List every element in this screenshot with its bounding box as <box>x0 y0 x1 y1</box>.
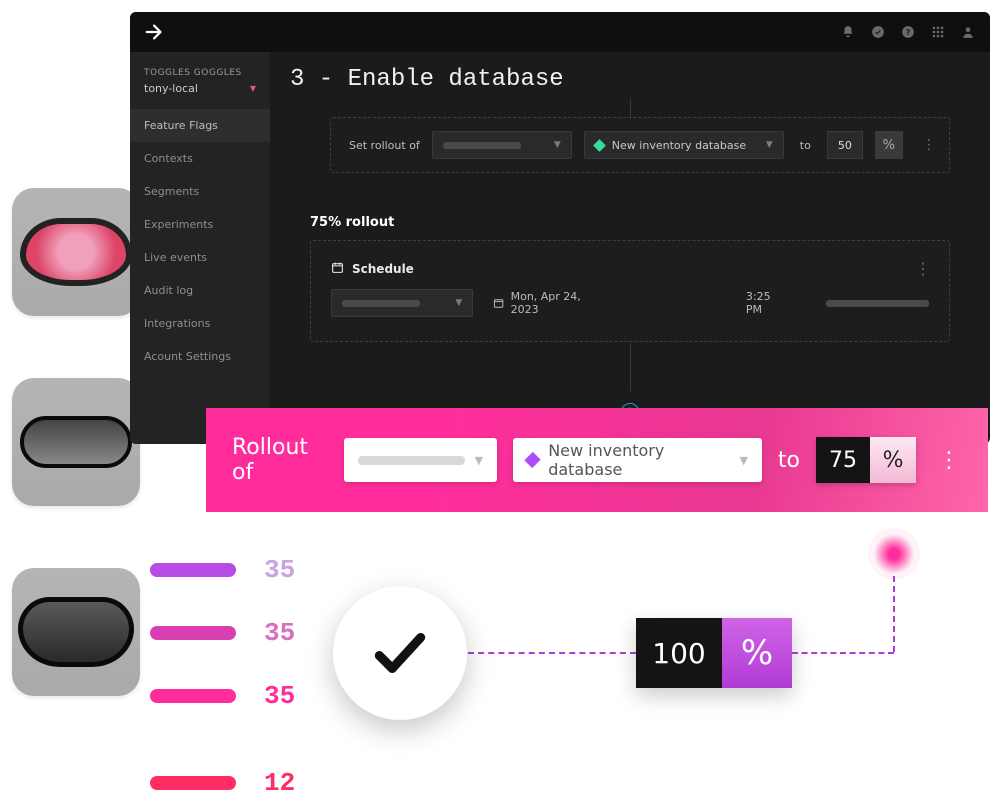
percent-input[interactable]: 50 <box>827 131 863 159</box>
diamond-icon <box>593 139 606 152</box>
metric-bar <box>150 563 236 577</box>
page-title: 3 - Enable database <box>290 66 970 93</box>
placeholder-bar <box>342 300 420 307</box>
help-icon[interactable]: ? <box>900 24 916 40</box>
variant-select[interactable]: New inventory database ▼ <box>584 131 784 159</box>
main-content: 3 - Enable database ▾ Set rollout of ▼ N… <box>270 52 990 444</box>
rollout-variant-label: New inventory database <box>548 441 729 479</box>
env-label: tony-local <box>144 82 198 95</box>
chevron-down-icon: ▼ <box>475 454 483 467</box>
topbar-icons: ? <box>840 24 976 40</box>
check-icon <box>369 622 431 684</box>
schedule-heading: Schedule <box>331 261 929 277</box>
placeholder-bar <box>358 456 465 465</box>
apps-grid-icon[interactable] <box>930 24 946 40</box>
metric-row: 35 <box>150 555 295 585</box>
product-thumb[interactable] <box>12 568 140 696</box>
rollout-percent-value: 75 <box>816 437 870 483</box>
sidebar-header: TOGGLES GOGGLES <box>130 62 270 80</box>
rollout-100-value: 100 <box>636 618 722 688</box>
topbar: ? <box>130 12 990 52</box>
chevron-down-icon: ▼ <box>766 140 773 150</box>
metric-row: 35 <box>150 618 295 648</box>
flow-connector <box>792 652 894 654</box>
metric-value: 35 <box>264 555 295 585</box>
schedule-type-select[interactable]: ▼ <box>331 289 473 317</box>
context-select[interactable]: ▼ <box>432 131 572 159</box>
app-window: ? TOGGLES GOGGLES tony-local ▼ Feature F… <box>130 12 990 444</box>
percent-unit: % <box>870 437 916 483</box>
svg-text:?: ? <box>906 27 911 37</box>
more-icon[interactable]: ⋮ <box>938 448 962 473</box>
rollout-bar: Rollout of ▼ New inventory database ▼ to… <box>206 408 988 512</box>
bell-icon[interactable] <box>840 24 856 40</box>
schedule-time[interactable]: 3:25 PM <box>746 290 788 316</box>
product-thumbs <box>12 188 140 758</box>
user-icon[interactable] <box>960 24 976 40</box>
sidebar-item-integrations[interactable]: Integrations <box>130 307 270 340</box>
sidebar-item-feature-flags[interactable]: Feature Flags <box>130 109 270 142</box>
placeholder-bar <box>826 300 929 307</box>
more-icon[interactable]: ⋮ <box>915 259 931 278</box>
flow-connector <box>630 343 631 391</box>
environment-switcher[interactable]: tony-local ▼ <box>130 80 270 109</box>
sidebar-item-contexts[interactable]: Contexts <box>130 142 270 175</box>
variant-label: New inventory database <box>612 139 746 152</box>
app-logo-icon <box>144 21 166 43</box>
success-badge <box>333 586 467 720</box>
percent-unit: % <box>722 618 792 688</box>
rollout-rule-50: Set rollout of ▼ New inventory database … <box>330 117 950 173</box>
flow-connector <box>468 652 636 654</box>
set-rollout-label: Set rollout of <box>349 139 420 152</box>
schedule-date[interactable]: Mon, Apr 24, 2023 <box>493 290 606 316</box>
metric-bar <box>150 689 236 703</box>
sidebar: TOGGLES GOGGLES tony-local ▼ Feature Fla… <box>130 52 270 444</box>
schedule-panel: ⋮ Schedule ▼ Mon, <box>310 240 950 342</box>
product-thumb[interactable] <box>12 188 140 316</box>
sidebar-item-account-settings[interactable]: Acount Settings <box>130 340 270 373</box>
rollout-100: 100 % <box>636 618 792 688</box>
rollout-section-title: 75% rollout <box>310 215 950 230</box>
metric-bar <box>150 776 236 790</box>
metric-row: 35 <box>150 681 295 711</box>
diamond-icon <box>524 452 540 468</box>
metric-value: 35 <box>264 681 295 711</box>
rollout-of-label: Rollout of <box>232 435 328 485</box>
chevron-down-icon: ▼ <box>739 454 747 467</box>
metric-row: 12 <box>150 768 295 798</box>
chevron-down-icon: ▼ <box>554 140 561 150</box>
chevron-down-icon: ▼ <box>455 298 462 308</box>
metric-value: 35 <box>264 618 295 648</box>
rollout-percent-field[interactable]: 75 % <box>816 437 916 483</box>
sidebar-item-audit-log[interactable]: Audit log <box>130 274 270 307</box>
flow-node-icon <box>874 534 914 574</box>
check-circle-icon[interactable] <box>870 24 886 40</box>
metric-value: 12 <box>264 768 295 798</box>
percent-unit: % <box>875 131 903 159</box>
rollout-variant-select[interactable]: New inventory database ▼ <box>513 438 762 482</box>
placeholder-bar <box>443 142 521 149</box>
to-label: to <box>778 448 800 473</box>
product-thumb[interactable] <box>12 378 140 506</box>
more-icon[interactable]: ⋮ <box>922 137 937 153</box>
rollout-context-select[interactable]: ▼ <box>344 438 497 482</box>
metric-bar <box>150 626 236 640</box>
to-label: to <box>800 139 811 152</box>
sidebar-item-segments[interactable]: Segments <box>130 175 270 208</box>
chevron-down-icon: ▼ <box>250 84 256 93</box>
sidebar-item-live-events[interactable]: Live events <box>130 241 270 274</box>
calendar-icon <box>331 261 344 277</box>
sidebar-item-experiments[interactable]: Experiments <box>130 208 270 241</box>
